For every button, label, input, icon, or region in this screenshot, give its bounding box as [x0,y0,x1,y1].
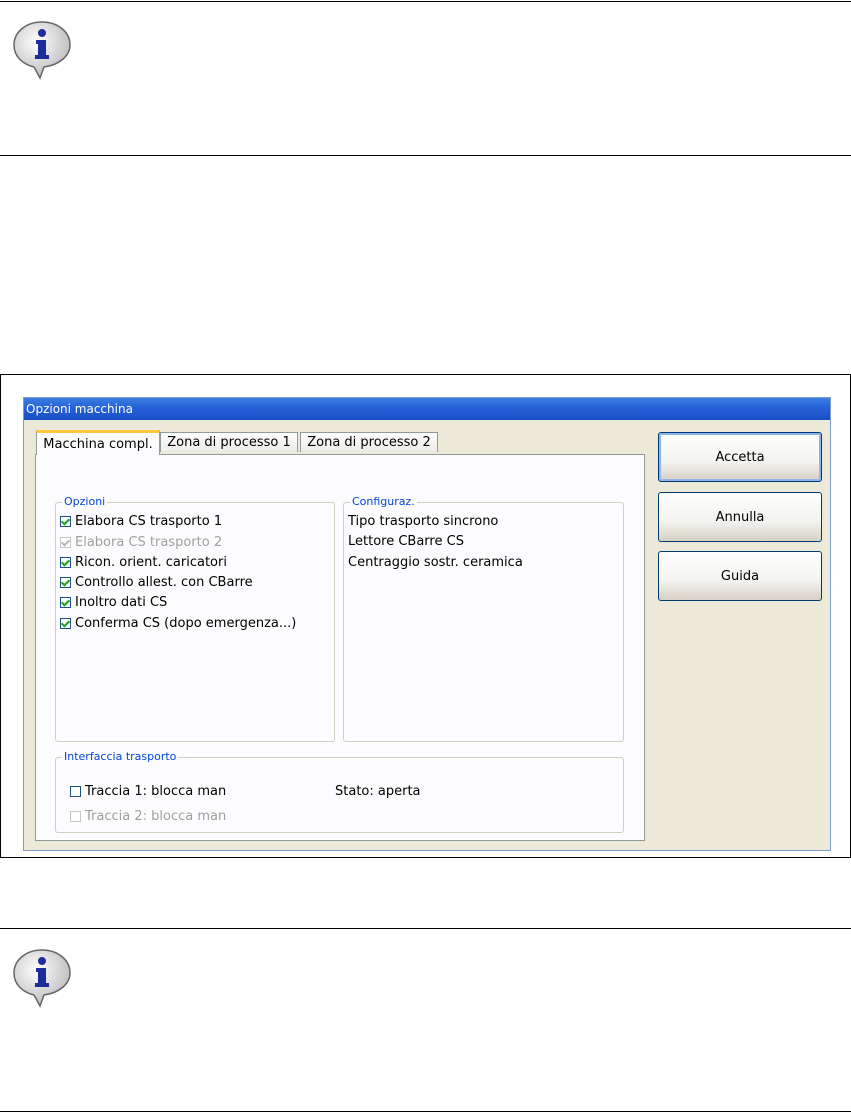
transport-interface-group: Interfaccia trasporto Traccia 1: blocca … [55,750,624,833]
checkbox[interactable] [60,597,71,608]
top-rule-1 [0,1,851,2]
checkbox [60,537,71,548]
option-label: Conferma CS (dopo emergenza...) [75,616,297,631]
tab-process-zone-2[interactable]: Zona di processo 2 [300,432,438,452]
config-group: Configuraz. Tipo trasporto sincrono Lett… [343,495,624,742]
info-icon [13,949,71,1008]
tab-machine-complete[interactable]: Macchina compl. [36,430,160,455]
track-1-lock[interactable]: Traccia 1: blocca man [70,784,226,799]
option-controllo-allest[interactable]: Controllo allest. con CBarre [60,575,253,590]
tab-process-zone-1[interactable]: Zona di processo 1 [160,432,298,452]
track-label: Traccia 1: blocca man [85,784,227,799]
option-ricon-orient[interactable]: Ricon. orient. caricatori [60,555,227,570]
checkbox[interactable] [60,618,71,629]
option-elabora-cs-1[interactable]: Elabora CS trasporto 1 [60,514,222,529]
transport-interface-legend: Interfaccia trasporto [62,750,179,763]
option-label: Controllo allest. con CBarre [75,575,253,590]
options-group: Opzioni Elabora CS trasporto 1 Elabora C… [55,495,335,742]
config-line: Centraggio sostr. ceramica [348,555,523,570]
title-bar[interactable]: Opzioni macchina [24,398,830,420]
checkbox[interactable] [70,786,81,797]
checkbox[interactable] [60,557,71,568]
machine-options-dialog: Opzioni macchina Macchina compl. Zona di… [23,397,831,851]
screenshot-frame: Opzioni macchina Macchina compl. Zona di… [0,374,851,858]
accept-button[interactable]: Accetta [658,432,822,482]
option-label: Elabora CS trasporto 1 [75,514,223,529]
track-2-lock: Traccia 2: blocca man [70,809,226,824]
config-legend: Configuraz. [350,495,417,508]
top-rule-2 [0,155,851,156]
option-label: Inoltro dati CS [75,595,168,610]
checkbox [70,811,81,822]
cancel-button[interactable]: Annulla [658,492,822,542]
tab-label: Macchina compl. [43,436,153,452]
option-inoltro-dati[interactable]: Inoltro dati CS [60,595,167,610]
option-label: Elabora CS trasporto 2 [75,535,223,550]
config-line: Lettore CBarre CS [348,534,464,549]
bottom-rule-2 [0,1111,851,1112]
transport-status: Stato: aperta [335,784,421,799]
dialog-title: Opzioni macchina [26,402,133,416]
checkbox[interactable] [60,516,71,527]
track-label: Traccia 2: blocca man [85,809,227,824]
option-label: Ricon. orient. caricatori [75,555,227,570]
checkbox[interactable] [60,577,71,588]
tab-label: Zona di processo 1 [167,435,291,450]
options-legend: Opzioni [62,495,108,508]
tab-label: Zona di processo 2 [307,435,431,450]
tab-panel: Opzioni Elabora CS trasporto 1 Elabora C… [35,454,645,841]
bottom-rule-1 [0,928,851,929]
help-button[interactable]: Guida [658,551,822,601]
option-elabora-cs-2: Elabora CS trasporto 2 [60,535,222,550]
config-line: Tipo trasporto sincrono [348,514,499,529]
option-conferma-cs[interactable]: Conferma CS (dopo emergenza...) [60,616,296,631]
info-icon [13,21,71,80]
